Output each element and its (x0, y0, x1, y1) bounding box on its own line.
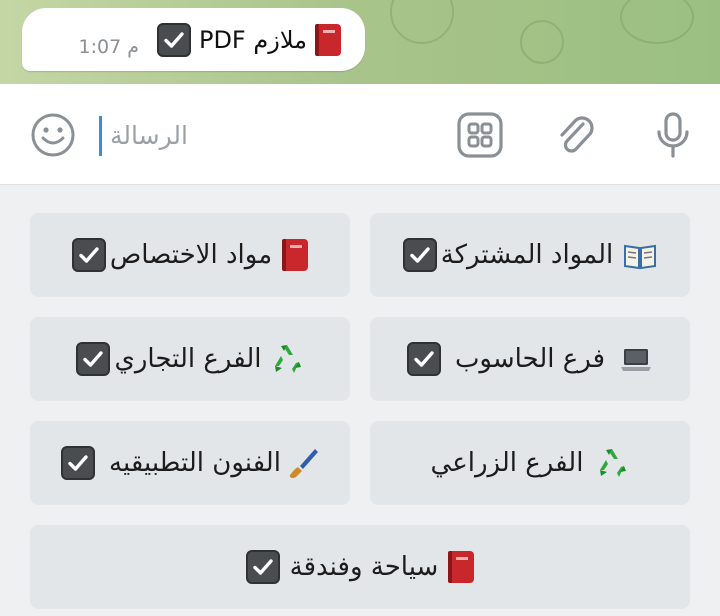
check-mark-icon (76, 341, 111, 376)
recycle-icon (600, 448, 627, 477)
bot-keyboard-button[interactable] (455, 110, 505, 160)
keyboard-button-label: فرع الحاسوب (454, 343, 606, 374)
voice-message-button[interactable] (648, 110, 698, 160)
recycle-icon (274, 344, 301, 373)
laptop-icon (621, 348, 652, 371)
message-input[interactable] (108, 110, 442, 160)
wallpaper-doodle (520, 20, 564, 64)
keyboard-button-applied-arts[interactable]: الفنون التطبيقيه (30, 421, 350, 504)
smiley-icon (31, 113, 75, 157)
attach-button[interactable] (552, 110, 602, 160)
emoji-button[interactable] (30, 112, 76, 158)
message-bubble[interactable]: 1:07 م ملازم PDF (22, 8, 365, 71)
red-book-icon (282, 238, 309, 271)
keyboard-button-label: مواد الاختصاص (109, 239, 273, 270)
keyboard-button-commercial[interactable]: الفرع التجاري (30, 317, 350, 400)
keyboard-button-computer[interactable]: فرع الحاسوب (370, 317, 690, 400)
keyboard-button-tourism[interactable]: سياحة وفندقة (30, 525, 690, 608)
keyboard-button-label: الفرع الزراعي (430, 447, 584, 478)
keyboard-button-agriculture[interactable]: الفرع الزراعي (370, 421, 690, 504)
bot-reply-keyboard: مواد الاختصاص المواد المشتركة الفرع التج… (0, 185, 720, 616)
open-book-icon (624, 244, 657, 269)
check-mark-icon (61, 445, 96, 480)
keyboard-button-label: الفرع التجاري (114, 343, 262, 374)
check-mark-icon (402, 237, 437, 272)
check-mark-icon (156, 22, 191, 57)
chat-background: 1:07 م ملازم PDF (0, 0, 720, 84)
message-input-bar (0, 84, 720, 185)
text-cursor (99, 116, 102, 156)
red-book-icon (448, 550, 475, 583)
microphone-icon (657, 112, 689, 158)
message-time: 1:07 م (78, 35, 139, 58)
check-mark-icon (406, 341, 441, 376)
keyboard-button-common-subjects[interactable]: المواد المشتركة (370, 213, 690, 296)
keyboard-button-label: سياحة وفندقة (289, 551, 439, 582)
paperclip-icon (560, 116, 594, 153)
wallpaper-doodle (620, 0, 694, 44)
wallpaper-doodle (390, 0, 454, 44)
check-mark-icon (71, 237, 106, 272)
keyboard-button-specialization[interactable]: مواد الاختصاص (30, 213, 350, 296)
keyboard-button-label: المواد المشتركة (440, 239, 614, 270)
message-content: ملازم PDF (156, 22, 341, 57)
check-mark-icon (245, 549, 280, 584)
keyboard-button-label: الفنون التطبيقيه (109, 447, 281, 478)
paintbrush-icon (289, 448, 318, 478)
message-text: ملازم PDF (198, 25, 307, 54)
bot-keyboard-icon (457, 112, 503, 158)
red-book-icon (315, 23, 341, 56)
